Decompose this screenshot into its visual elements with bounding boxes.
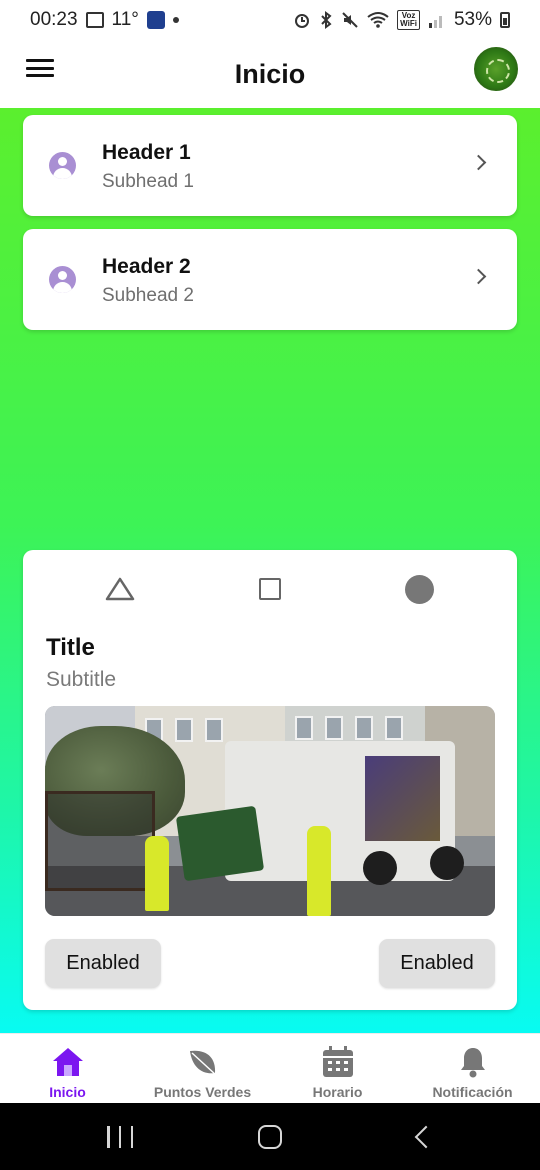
status-temperature: 11° <box>111 9 139 30</box>
nav-item-horario[interactable]: Horario <box>270 1034 405 1103</box>
battery-icon <box>500 12 510 28</box>
mute-icon <box>342 12 358 28</box>
home-icon <box>52 1048 83 1076</box>
shape-row <box>23 550 517 630</box>
notification-dot-icon <box>172 17 179 23</box>
chevron-right-icon <box>470 154 487 171</box>
list-item-subhead: Subhead 2 <box>102 285 194 306</box>
main-content: Header 1 Subhead 1 Header 2 Subhead 2 Ti… <box>0 108 540 1033</box>
nav-label: Notificación <box>432 1084 513 1100</box>
nav-item-puntos-verdes[interactable]: Puntos Verdes <box>135 1034 270 1103</box>
page-title: Inicio <box>234 58 306 89</box>
bottom-navigation: Inicio Puntos Verdes Horario Notificació… <box>0 1033 540 1103</box>
status-time: 00:23 <box>30 9 78 30</box>
nav-label: Inicio <box>49 1084 86 1100</box>
bell-icon <box>460 1048 485 1078</box>
bluetooth-icon <box>321 11 332 29</box>
status-bar: 00:23 11° Voz WiFi 53% <box>0 0 540 40</box>
nav-label: Puntos Verdes <box>153 1084 252 1100</box>
card-subtitle: Subtitle <box>46 668 117 691</box>
nav-item-inicio[interactable]: Inicio <box>0 1034 135 1103</box>
wifi-icon <box>367 12 389 28</box>
menu-icon[interactable] <box>26 57 54 79</box>
nav-label: Horario <box>312 1084 363 1100</box>
signal-icon <box>428 16 442 28</box>
back-icon[interactable] <box>414 1125 438 1149</box>
gallery-icon <box>85 12 104 28</box>
person-icon <box>49 152 76 179</box>
status-right: Voz WiFi 53% <box>293 9 510 31</box>
system-navigation-bar <box>0 1103 540 1170</box>
alarm-icon <box>295 14 310 28</box>
calendar-icon <box>322 1046 353 1077</box>
brand-logo[interactable] <box>474 47 518 91</box>
list-item-2[interactable]: Header 2 Subhead 2 <box>23 229 517 330</box>
media-card: Title Subtitle Enabled Enabled <box>23 550 517 1010</box>
enabled-button-right[interactable]: Enabled <box>379 939 495 988</box>
circle-icon[interactable] <box>405 575 434 604</box>
voz-wifi-icon: Voz WiFi <box>397 10 420 30</box>
nav-item-notificacion[interactable]: Notificación <box>405 1034 540 1103</box>
status-left: 00:23 11° <box>30 9 179 31</box>
card-image <box>45 706 495 916</box>
card-title: Title <box>46 634 95 661</box>
list-item-header: Header 1 <box>102 141 191 164</box>
battery-percent: 53% <box>453 9 492 30</box>
weather-app-icon <box>146 11 165 29</box>
home-button-icon[interactable] <box>258 1125 282 1149</box>
chevron-right-icon <box>470 268 487 285</box>
leaf-icon <box>189 1050 217 1076</box>
square-icon[interactable] <box>259 578 281 600</box>
recents-icon[interactable] <box>107 1126 133 1148</box>
triangle-icon[interactable] <box>105 576 135 602</box>
app-bar: Inicio <box>0 40 540 108</box>
list-item-subhead: Subhead 1 <box>102 171 194 192</box>
list-item-header: Header 2 <box>102 255 191 278</box>
enabled-button-left[interactable]: Enabled <box>45 939 161 988</box>
list-item-1[interactable]: Header 1 Subhead 1 <box>23 115 517 216</box>
person-icon <box>49 266 76 293</box>
